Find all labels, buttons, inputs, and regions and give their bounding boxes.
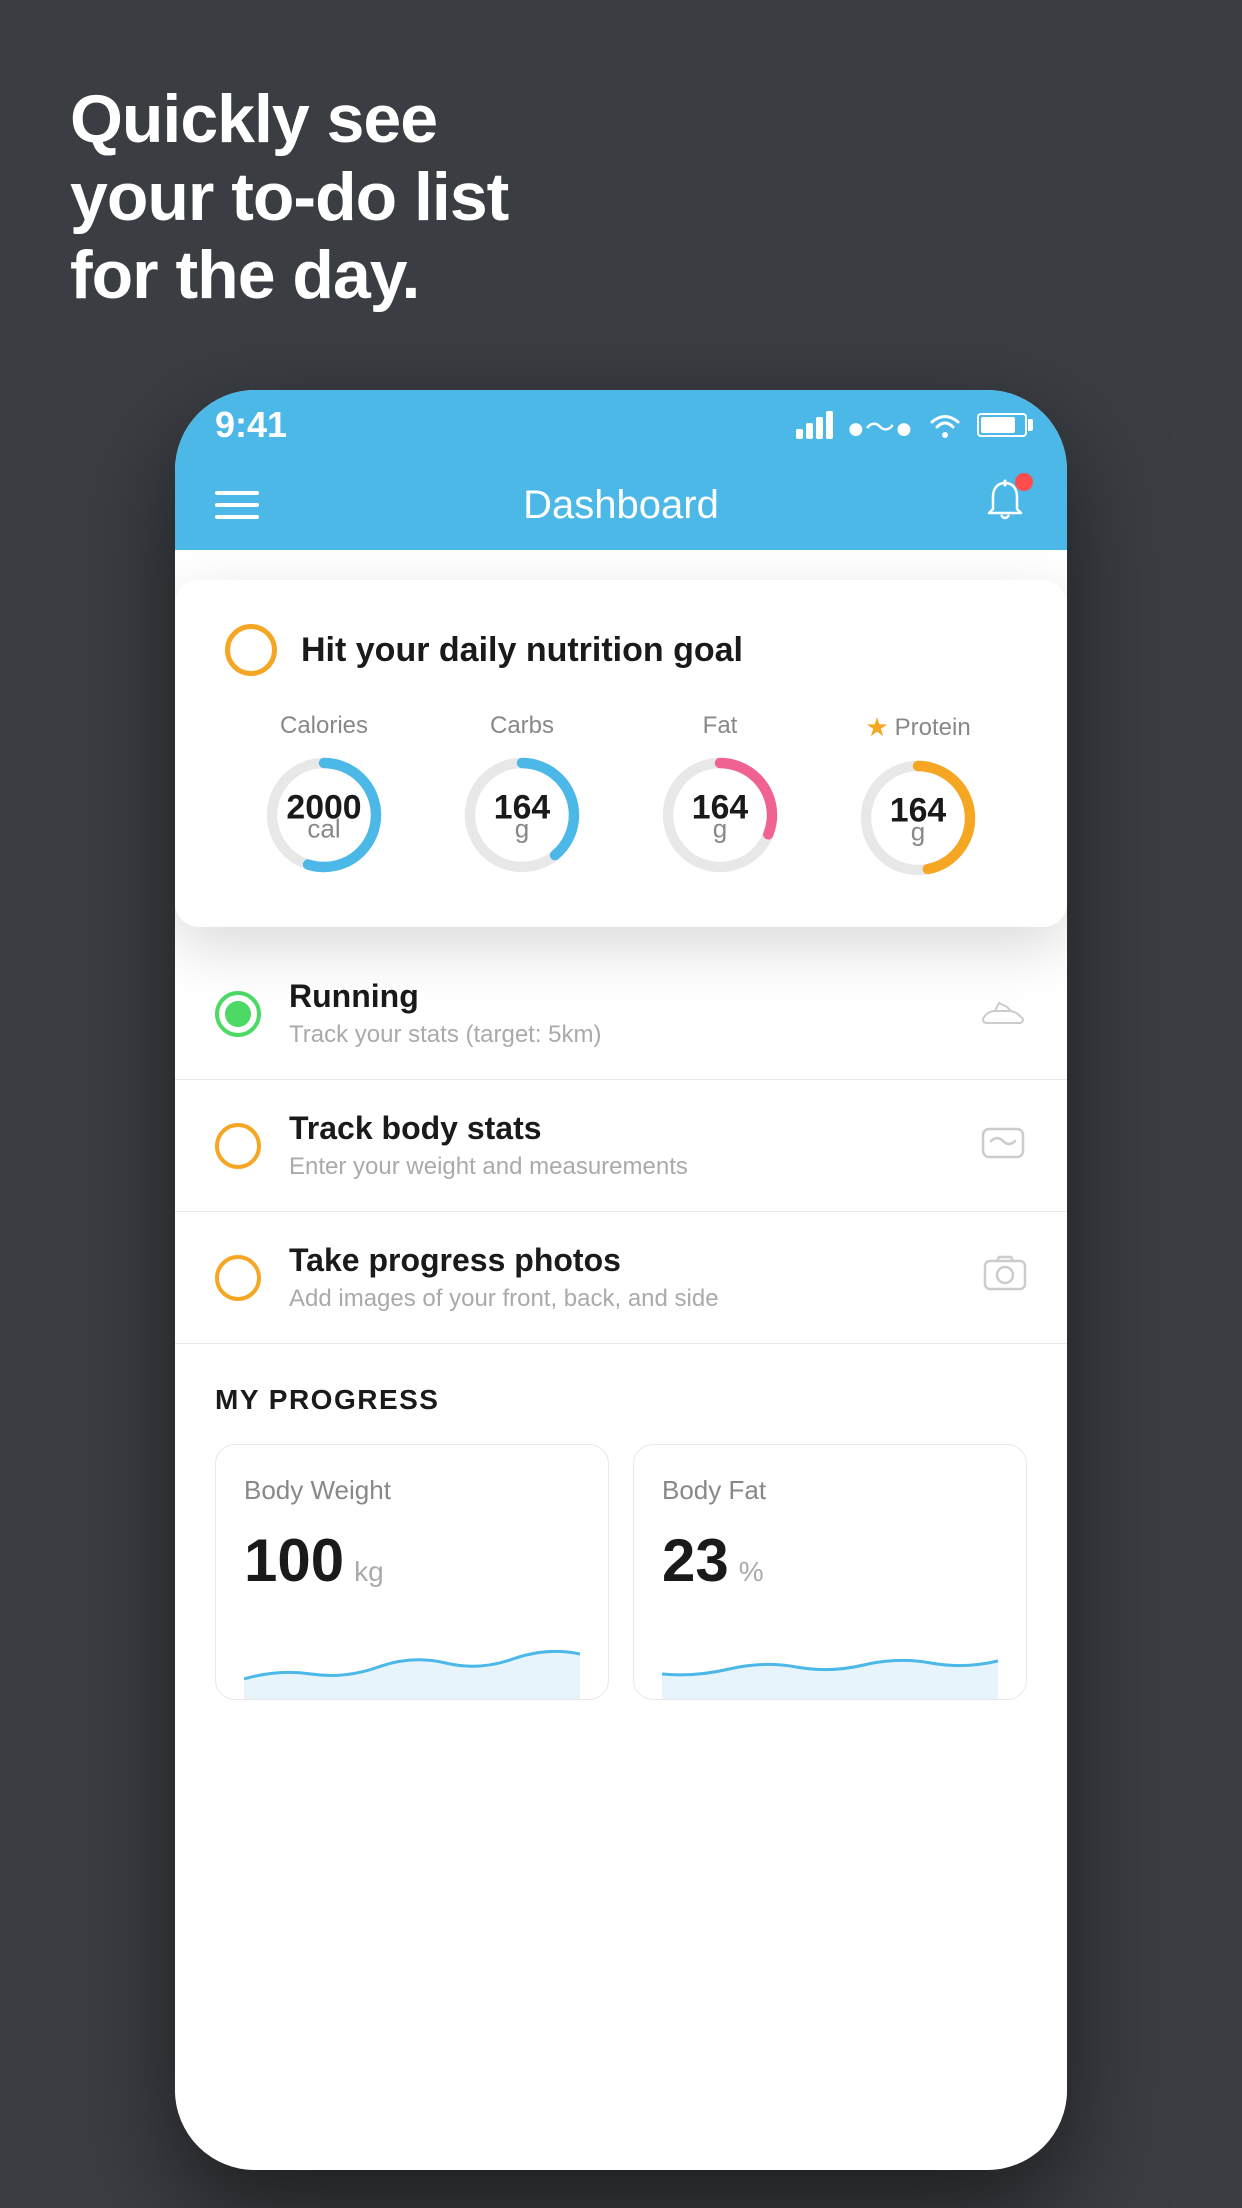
card-header: Hit your daily nutrition goal bbox=[225, 624, 1017, 676]
status-bar: 9:41 ●〜● bbox=[175, 390, 1067, 460]
signal-icon bbox=[796, 411, 833, 439]
photos-title: Take progress photos bbox=[289, 1242, 955, 1279]
svg-text:g: g bbox=[713, 813, 727, 843]
fat-ring-item: Fat 164 g bbox=[655, 712, 785, 880]
phone-content: THINGS TO DO TODAY Hit your daily nutrit… bbox=[175, 550, 1067, 2170]
carbs-ring-item: Carbs 164 g bbox=[457, 712, 587, 880]
body-weight-value: 100 kg bbox=[244, 1526, 580, 1595]
body-stats-subtitle: Enter your weight and measurements bbox=[289, 1153, 951, 1181]
body-fat-title: Body Fat bbox=[662, 1475, 998, 1506]
hero-text-block: Quickly see your to-do list for the day. bbox=[70, 80, 508, 315]
carbs-label: Carbs bbox=[490, 712, 554, 740]
wifi-icon: ●〜● bbox=[847, 403, 913, 447]
status-time: 9:41 bbox=[215, 404, 287, 446]
nav-title: Dashboard bbox=[523, 483, 719, 528]
notification-bell[interactable] bbox=[983, 479, 1027, 532]
carbs-ring: 164 g bbox=[457, 750, 587, 880]
photos-subtitle: Add images of your front, back, and side bbox=[289, 1285, 955, 1313]
hero-line2: your to-do list bbox=[70, 158, 508, 236]
progress-header: MY PROGRESS bbox=[215, 1384, 1027, 1416]
body-weight-chart bbox=[244, 1619, 580, 1699]
body-stats-text: Track body stats Enter your weight and m… bbox=[289, 1110, 951, 1181]
body-fat-number: 23 bbox=[662, 1526, 729, 1595]
body-fat-chart bbox=[662, 1619, 998, 1699]
todo-item-running[interactable]: Running Track your stats (target: 5km) bbox=[175, 948, 1067, 1080]
star-icon: ★ bbox=[865, 712, 888, 743]
protein-ring: 164 g bbox=[853, 753, 983, 883]
calories-ring: 2000 cal bbox=[259, 750, 389, 880]
body-fat-unit: % bbox=[739, 1556, 764, 1588]
calories-label: Calories bbox=[280, 712, 368, 740]
body-stats-title: Track body stats bbox=[289, 1110, 951, 1147]
hero-line1: Quickly see bbox=[70, 80, 508, 158]
scale-icon bbox=[979, 1121, 1027, 1171]
svg-text:g: g bbox=[515, 813, 529, 843]
running-subtitle: Track your stats (target: 5km) bbox=[289, 1021, 951, 1049]
body-weight-unit: kg bbox=[354, 1556, 384, 1588]
body-weight-title: Body Weight bbox=[244, 1475, 580, 1506]
body-stats-check-circle bbox=[215, 1123, 261, 1169]
hero-line3: for the day. bbox=[70, 236, 508, 314]
todo-item-body-stats[interactable]: Track body stats Enter your weight and m… bbox=[175, 1080, 1067, 1212]
nutrition-rings: Calories 2000 cal Carbs 164 g bbox=[225, 712, 1017, 883]
calories-ring-item: Calories 2000 cal bbox=[259, 712, 389, 880]
wifi-icon bbox=[927, 411, 963, 439]
protein-ring-item: ★ Protein 164 g bbox=[853, 712, 983, 883]
photo-icon bbox=[983, 1253, 1027, 1303]
photos-check-circle bbox=[215, 1255, 261, 1301]
fat-label: Fat bbox=[703, 712, 738, 740]
fat-ring: 164 g bbox=[655, 750, 785, 880]
body-fat-card[interactable]: Body Fat 23 % bbox=[633, 1444, 1027, 1700]
nutrition-card-title: Hit your daily nutrition goal bbox=[301, 631, 743, 670]
body-weight-card[interactable]: Body Weight 100 kg bbox=[215, 1444, 609, 1700]
progress-cards: Body Weight 100 kg Body Fat bbox=[215, 1444, 1027, 1700]
running-text: Running Track your stats (target: 5km) bbox=[289, 978, 951, 1049]
running-check-circle bbox=[215, 991, 261, 1037]
nutrition-check-circle bbox=[225, 624, 277, 676]
protein-label: ★ Protein bbox=[865, 712, 970, 743]
body-fat-value: 23 % bbox=[662, 1526, 998, 1595]
status-icons: ●〜● bbox=[796, 403, 1027, 447]
photos-text: Take progress photos Add images of your … bbox=[289, 1242, 955, 1313]
svg-text:cal: cal bbox=[307, 813, 340, 843]
shoe-icon bbox=[979, 991, 1027, 1037]
nav-bar: Dashboard bbox=[175, 460, 1067, 550]
nutrition-card[interactable]: Hit your daily nutrition goal Calories 2… bbox=[175, 580, 1067, 927]
hamburger-menu[interactable] bbox=[215, 491, 259, 519]
running-title: Running bbox=[289, 978, 951, 1015]
notification-dot bbox=[1015, 473, 1033, 491]
svg-text:g: g bbox=[911, 816, 925, 846]
todo-list: Running Track your stats (target: 5km) T… bbox=[175, 948, 1067, 1344]
progress-section: MY PROGRESS Body Weight 100 kg bbox=[175, 1384, 1067, 1700]
todo-item-progress-photos[interactable]: Take progress photos Add images of your … bbox=[175, 1212, 1067, 1344]
phone-frame: 9:41 ●〜● Dashboa bbox=[175, 390, 1067, 2170]
body-weight-number: 100 bbox=[244, 1526, 344, 1595]
battery-icon bbox=[977, 413, 1027, 437]
